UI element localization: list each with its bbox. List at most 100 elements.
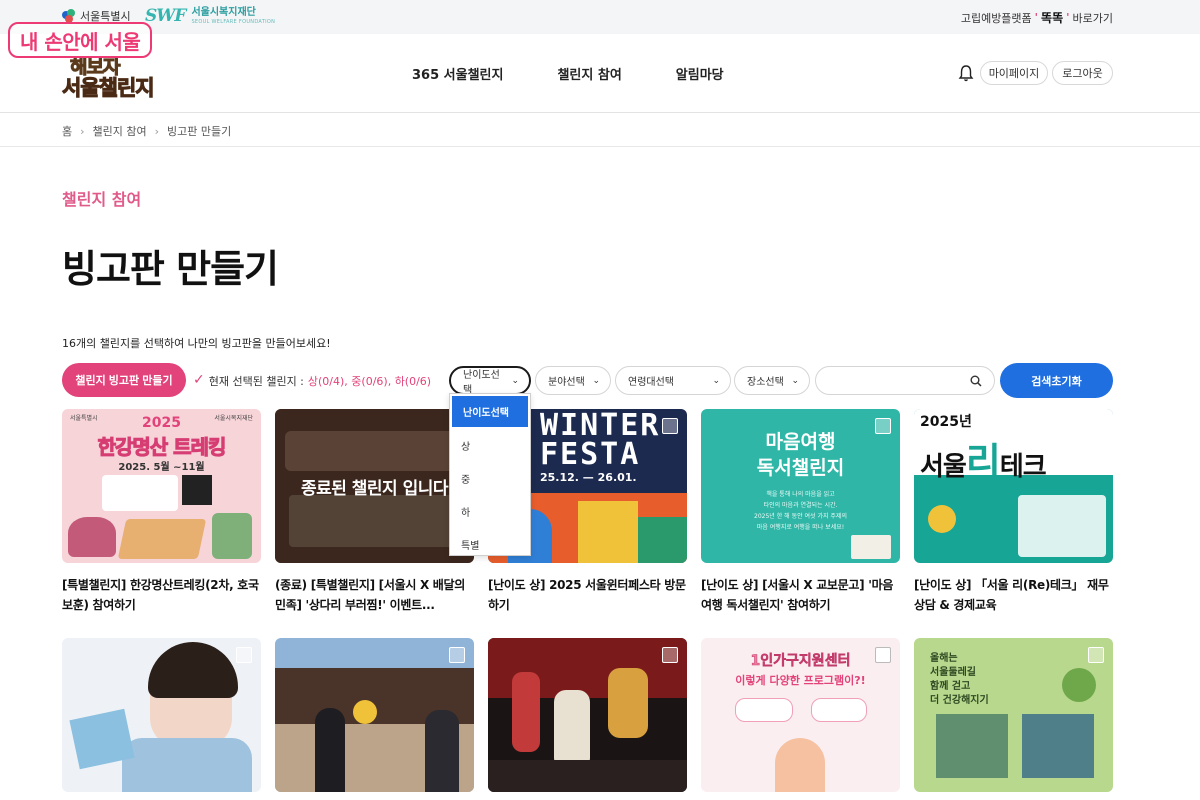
quote-open: ' [1034, 11, 1039, 24]
challenge-card[interactable]: 1인가구지원센터 이렇게 다양한 프로그램이?! [701, 638, 900, 792]
poster-illustration [68, 517, 116, 557]
welfare-logo-en: SEOUL WELFARE FOUNDATION [191, 18, 276, 25]
chevron-down-icon: ⌄ [791, 375, 799, 386]
search-input[interactable] [826, 372, 966, 390]
select-checkbox[interactable] [875, 418, 891, 434]
logout-button[interactable]: 로그아웃 [1052, 61, 1113, 85]
poster-bubble [735, 698, 793, 722]
ttokttok-suffix: 바로가기 [1072, 11, 1113, 25]
place-select-value: 장소선택 [747, 377, 784, 388]
select-checkbox[interactable] [1088, 647, 1104, 663]
dropdown-option-default[interactable]: 난이도선택 [452, 396, 528, 427]
ttokttok-prefix: 고립예방플랫폼 [960, 11, 1032, 25]
poster-text: 올해는 서울둘레길 함께 걷고 더 건강해지기 [930, 652, 989, 708]
card-title: [난이도 상] [서울시 X 교보문고] '마음여행 독서챌린지' 참여하기 [701, 578, 894, 612]
poster-title: 서울리테크 [920, 431, 1047, 486]
photo-person [425, 710, 459, 792]
difficulty-select-value: 난이도선택 [463, 369, 500, 396]
poster-date: 25.12. — 26.01. [540, 471, 637, 484]
photo-stage-floor [488, 760, 687, 792]
poster-title: 한강명산 트레킹 [97, 435, 227, 460]
poster-title-part2: 리 [965, 440, 1001, 484]
mypage-button[interactable]: 마이페이지 [980, 61, 1048, 85]
poster-bubble [811, 698, 867, 722]
poster-illustration [212, 513, 252, 559]
card-thumbnail [488, 638, 687, 792]
challenge-card[interactable] [62, 638, 261, 792]
place-select[interactable]: 장소선택 ⌄ [734, 366, 810, 395]
poster-year: 2025 [142, 415, 181, 431]
nav-notice[interactable]: 알림마당 [676, 64, 724, 83]
bell-icon[interactable] [958, 64, 974, 82]
book-icon [851, 535, 891, 559]
card-thumbnail [62, 638, 261, 792]
poster-title-line2: 독서챌린지 [756, 457, 845, 479]
field-select[interactable]: 분야선택 ⌄ [535, 366, 611, 395]
ttokttok-brand: 똑똑 [1041, 11, 1064, 25]
age-select[interactable]: 연령대선택 ⌄ [615, 366, 731, 395]
card-thumbnail: 서울특별시 서울시복지재단 2025 한강명산 트레킹 2025. 5월 ~11… [62, 409, 261, 563]
selected-count: ✓ 현재 선택된 챌린지 : 상(0/4), 중(0/6), 하(0/6) [193, 372, 432, 389]
logo-line2b: 챌린지 [98, 76, 155, 101]
poster-title-line2: FESTA [540, 437, 641, 472]
welfare-foundation-logo[interactable]: SWF 서울시복지재단 SEOUL WELFARE FOUNDATION [145, 6, 275, 26]
swf-mark: SWF [145, 6, 186, 26]
select-checkbox[interactable] [449, 647, 465, 663]
nav-365-challenge[interactable]: 365 서울챌린지 [412, 64, 503, 83]
difficulty-select[interactable]: 난이도선택 ⌄ [449, 366, 531, 396]
section-label: 챌린지 참여 [62, 190, 142, 209]
search-icon[interactable] [970, 375, 982, 387]
make-bingo-button[interactable]: 챌린지 빙고판 만들기 [62, 363, 186, 397]
breadcrumb-challenge[interactable]: 챌린지 참여 [93, 123, 147, 139]
challenge-card[interactable] [488, 638, 687, 792]
breadcrumb-home[interactable]: 홈 [62, 123, 72, 139]
photo-performer [608, 668, 648, 738]
photo-group [1022, 714, 1094, 778]
dropdown-option-mid[interactable]: 중 [450, 462, 530, 495]
card-thumbnail: 올해는 서울둘레길 함께 걷고 더 건강해지기 [914, 638, 1113, 792]
welfare-logo-kr: 서울시복지재단 [191, 6, 256, 18]
select-checkbox[interactable] [662, 647, 678, 663]
reset-search-button[interactable]: 검색초기화 [1000, 363, 1113, 398]
breadcrumb-current: 빙고판 만들기 [167, 125, 232, 138]
qr-code-icon [182, 475, 212, 505]
poster-title-part1: 서울 [920, 452, 967, 482]
poster-info-box [102, 475, 178, 511]
page-title: 빙고판 만들기 [62, 247, 279, 291]
card-thumbnail [275, 638, 474, 792]
poster-text: 책을 통해 나의 마음을 읽고 타인의 마음과 연결되는 시간. 2025년 한… [754, 491, 847, 531]
poster-text-line1: 올해는 [930, 653, 958, 664]
select-checkbox[interactable] [662, 418, 678, 434]
challenge-card[interactable]: 2025년 서울리테크 [난이도 상] 「서울 리(Re)테크」 재무상담 & … [914, 409, 1113, 615]
quote-close: ' [1066, 11, 1070, 24]
poster-year: 2025년 [920, 414, 972, 430]
chevron-down-icon: ⌄ [712, 375, 720, 386]
selected-counts: 상(0/4), 중(0/6), 하(0/6) [307, 375, 432, 388]
card-title: [특별챌린지] 한강명산트레킹(2차, 호국보훈) 참여하기 [62, 578, 259, 612]
select-checkbox[interactable] [236, 647, 252, 663]
card-thumbnail: 1인가구지원센터 이렇게 다양한 프로그램이?! [701, 638, 900, 792]
photo-person-body [122, 738, 252, 792]
dropdown-option-special[interactable]: 특별 [450, 528, 530, 561]
challenge-card[interactable]: 서울특별시 서울시복지재단 2025 한강명산 트레킹 2025. 5월 ~11… [62, 409, 261, 615]
dropdown-option-high[interactable]: 상 [450, 429, 530, 462]
logo-line2a: 서울 [62, 76, 101, 101]
challenge-card[interactable]: 올해는 서울둘레길 함께 걷고 더 건강해지기 [914, 638, 1113, 792]
select-checkbox[interactable] [875, 647, 891, 663]
poster-tree [1062, 668, 1096, 702]
select-checkbox[interactable] [1088, 418, 1104, 434]
poster-text-line2: 서울둘레길 [930, 667, 976, 678]
poster-grandma [775, 738, 825, 792]
ttokttok-link[interactable]: 고립예방플랫폼 ' 똑똑 ' 바로가기 [961, 9, 1113, 26]
page-description: 16개의 챌린지를 선택하여 나만의 빙고판을 만들어보세요! [62, 337, 331, 350]
difficulty-dropdown: 난이도선택 상 중 하 특별 [449, 393, 531, 556]
nav-challenge-join[interactable]: 챌린지 참여 [557, 64, 621, 83]
challenge-card[interactable]: 마음여행 독서챌린지 책을 통해 나의 마음을 읽고 타인의 마음과 연결되는 … [701, 409, 900, 615]
chevron-right-icon: › [154, 124, 160, 138]
dropdown-option-low[interactable]: 하 [450, 495, 530, 528]
selected-label: 현재 선택된 챌린지 : [208, 375, 304, 388]
card-thumbnail: 종료된 챌린지 입니다 [275, 409, 474, 563]
challenge-card[interactable]: 종료된 챌린지 입니다 (종료) [특별챌린지] [서울시 X 배달의민족] '… [275, 409, 474, 615]
challenge-card[interactable] [275, 638, 474, 792]
photo-performer [512, 672, 540, 752]
